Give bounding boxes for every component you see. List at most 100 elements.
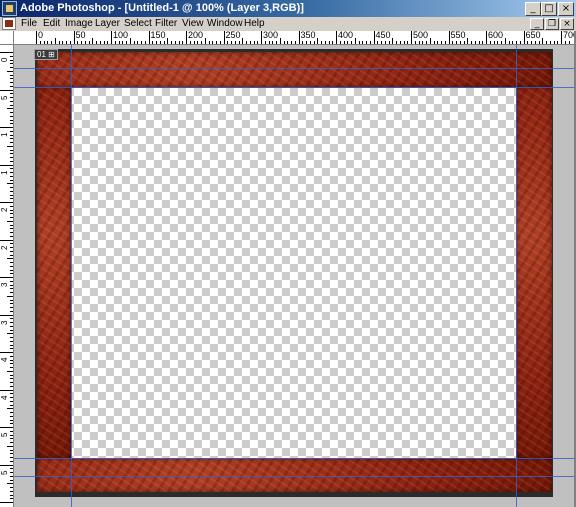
ruler-tick <box>171 41 172 44</box>
close-button[interactable]: × <box>558 2 574 16</box>
guide-horizontal[interactable] <box>14 476 574 477</box>
ruler-tick <box>10 385 13 387</box>
maximize-button[interactable]: □ <box>541 2 557 16</box>
ruler-label: 500 <box>413 31 429 40</box>
ruler-tick <box>10 232 13 233</box>
ruler-tick <box>10 74 13 76</box>
ruler-tick <box>103 41 105 44</box>
ruler-tick <box>10 213 13 215</box>
ruler-tick <box>542 38 544 44</box>
ruler-tick <box>212 41 214 44</box>
ruler-tick <box>10 460 13 462</box>
menu-layer[interactable]: Layer <box>95 18 120 30</box>
ruler-tick <box>0 89 13 91</box>
menu-image[interactable]: Image <box>65 18 93 30</box>
ruler-tick <box>114 41 116 44</box>
menu-select[interactable]: Select <box>124 18 152 30</box>
ruler-tick <box>69 41 71 44</box>
ruler-tick <box>553 41 555 44</box>
ruler-tick <box>10 228 13 230</box>
horizontal-ruler[interactable]: 0 50 100 150 200 250 300 350 400 450 500 550 600 650 7… <box>14 31 574 45</box>
ruler-tick <box>7 333 13 335</box>
ruler-tick <box>10 397 13 398</box>
ruler-tick <box>10 168 13 170</box>
ruler-tick <box>354 38 356 44</box>
ruler-tick <box>433 41 435 44</box>
menu-view[interactable]: View <box>182 18 204 30</box>
ruler-tick <box>486 31 487 44</box>
ruler-tick <box>10 153 13 155</box>
ruler-tick <box>10 404 13 406</box>
menu-edit[interactable]: Edit <box>43 18 60 30</box>
ruler-tick <box>321 41 322 44</box>
ruler-tick <box>10 149 13 151</box>
ruler-tick <box>10 198 13 200</box>
ruler-tick <box>418 41 420 44</box>
ruler-tick <box>10 190 13 192</box>
transparent-center[interactable] <box>58 88 516 458</box>
ruler-tick <box>10 265 13 267</box>
ruler-tick <box>264 41 266 44</box>
ruler-tick <box>10 269 13 271</box>
ruler-tick <box>10 130 13 132</box>
guide-horizontal[interactable] <box>14 458 574 459</box>
ruler-tick <box>519 41 521 44</box>
ruler-tick <box>99 41 101 44</box>
ruler-tick <box>107 41 109 44</box>
menu-help[interactable]: Help <box>244 18 265 30</box>
document-restore-button[interactable]: ❐ <box>545 18 559 30</box>
guide-horizontal[interactable] <box>14 87 574 88</box>
guide-horizontal[interactable] <box>14 68 574 69</box>
document-icon[interactable] <box>2 17 16 30</box>
ruler-tick <box>347 41 349 44</box>
menu-window[interactable]: Window <box>207 18 243 30</box>
ruler-tick <box>561 31 562 44</box>
ruler-tick <box>392 38 394 44</box>
ruler-label: 3 <box>0 282 9 287</box>
ruler-tick <box>313 41 315 44</box>
ruler-tick <box>478 41 480 44</box>
ruler-tick <box>10 63 13 65</box>
ruler-tick <box>10 325 13 327</box>
guide-vertical[interactable] <box>71 45 72 507</box>
ruler-tick <box>10 273 13 275</box>
document-close-button[interactable]: × <box>560 18 574 30</box>
document-minimize-button[interactable]: _ <box>530 18 544 30</box>
menu-filter[interactable]: Filter <box>155 18 177 30</box>
ruler-tick <box>7 483 13 485</box>
ruler-tick <box>564 41 566 44</box>
ruler-label: 700 <box>563 31 574 40</box>
ruler-tick <box>148 31 150 44</box>
ruler-tick <box>39 41 41 44</box>
ruler-tick <box>10 217 13 218</box>
ruler-tick <box>10 442 13 443</box>
ruler-tick <box>10 179 13 181</box>
ruler-tick <box>84 41 86 44</box>
ruler-tick <box>10 142 13 143</box>
ruler-tick <box>10 475 13 477</box>
minimize-button[interactable]: _ <box>525 2 541 16</box>
ruler-label: 100 <box>113 31 129 40</box>
ruler-tick <box>51 41 52 44</box>
ruler-tick <box>10 472 13 473</box>
ruler-tick <box>0 277 13 278</box>
ruler-tick <box>10 262 13 263</box>
ruler-tick <box>126 41 127 44</box>
ruler-label: 4 <box>0 357 9 362</box>
ruler-tick <box>10 310 13 312</box>
ruler-tick <box>10 337 13 338</box>
ruler-tick <box>384 41 386 44</box>
guide-vertical[interactable] <box>516 45 517 507</box>
vertical-ruler[interactable]: 0 5 1 1 2 2 3 3 4 4 5 5 <box>0 45 14 507</box>
ruler-tick <box>324 41 326 44</box>
ruler-origin[interactable] <box>0 31 14 45</box>
ruler-tick <box>10 412 13 413</box>
ruler-tick <box>10 382 13 383</box>
ruler-tick <box>10 434 13 436</box>
ruler-tick <box>456 41 457 44</box>
ruler-tick <box>10 115 13 117</box>
ruler-tick <box>489 41 491 44</box>
photoshop-app-icon[interactable] <box>2 1 17 16</box>
menu-file[interactable]: File <box>21 18 37 30</box>
ruler-tick <box>10 498 13 500</box>
